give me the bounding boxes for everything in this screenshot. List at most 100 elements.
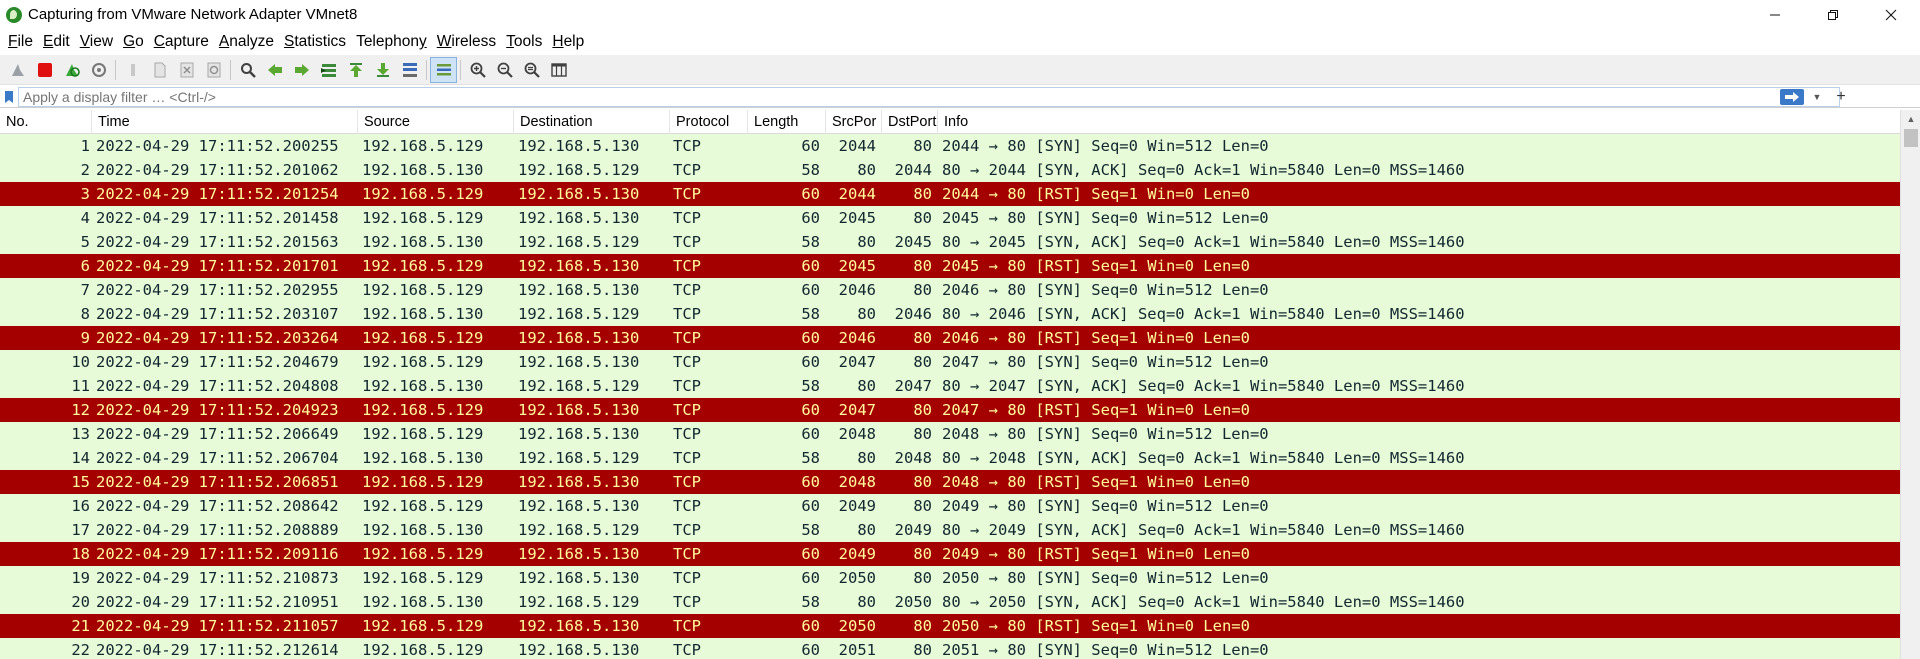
filter-history-dropdown[interactable]: ▼ <box>1810 89 1824 105</box>
reload-file-button[interactable] <box>200 57 227 83</box>
scrollbar-thumb[interactable] <box>1904 129 1918 147</box>
packet-row[interactable]: 8 2022-04-29 17:11:52.203107 192.168.5.130… <box>0 302 1900 326</box>
filter-bookmark-button[interactable] <box>0 87 18 107</box>
packet-cell-sport: 2047 <box>838 353 876 371</box>
menu-go[interactable]: Go <box>118 29 149 55</box>
first-packet-button[interactable] <box>342 57 369 83</box>
menu-statistics[interactable]: Statistics <box>279 29 351 55</box>
packet-row[interactable]: 4 2022-04-29 17:11:52.201458 192.168.5.129… <box>0 206 1900 230</box>
close-file-button[interactable] <box>173 57 200 83</box>
packet-cell-proto: TCP <box>673 617 701 635</box>
packet-row[interactable]: 3 2022-04-29 17:11:52.201254 192.168.5.129… <box>0 182 1900 206</box>
packet-row[interactable]: 1 2022-04-29 17:11:52.200255 192.168.5.129… <box>0 134 1900 158</box>
packet-cell-len: 60 <box>801 257 820 275</box>
column-header-srcport[interactable]: SrcPor <box>826 110 882 134</box>
packet-row[interactable]: 11 2022-04-29 17:11:52.204808 192.168.5.13… <box>0 374 1900 398</box>
packet-cell-len: 58 <box>801 233 820 251</box>
packet-row[interactable]: 7 2022-04-29 17:11:52.202955 192.168.5.129… <box>0 278 1900 302</box>
packet-cell-no: 19 <box>71 569 90 587</box>
packet-row[interactable]: 10 2022-04-29 17:11:52.204679 192.168.5.12… <box>0 350 1900 374</box>
go-back-button[interactable] <box>261 57 288 83</box>
column-header-no[interactable]: No. <box>0 110 92 134</box>
packet-row[interactable]: 16 2022-04-29 17:11:52.208642 192.168.5.12… <box>0 494 1900 518</box>
menu-tools[interactable]: Tools <box>501 29 547 55</box>
open-file-button[interactable] <box>119 57 146 83</box>
packet-row[interactable]: 14 2022-04-29 17:11:52.206704 192.168.5.13… <box>0 446 1900 470</box>
shark-fin-start-icon <box>11 63 24 76</box>
packet-cell-dst: 192.168.5.130 <box>518 497 640 515</box>
packet-row[interactable]: 2 2022-04-29 17:11:52.201062 192.168.5.130… <box>0 158 1900 182</box>
auto-scroll-icon <box>402 62 417 77</box>
menu-help[interactable]: Help <box>547 29 589 55</box>
packet-cell-time: 2022-04-29 17:11:52.210951 <box>96 593 339 611</box>
packet-cell-no: 7 <box>80 281 90 299</box>
go-forward-icon <box>294 63 309 76</box>
packet-cell-dport: 80 <box>913 185 932 203</box>
save-file-button[interactable] <box>146 57 173 83</box>
packet-row[interactable]: 22 2022-04-29 17:11:52.212614 192.168.5.12… <box>0 638 1900 659</box>
column-header-dstport[interactable]: DstPort <box>882 110 938 134</box>
packet-cell-sport: 2046 <box>838 281 876 299</box>
packet-row[interactable]: 15 2022-04-29 17:11:52.206851 192.168.5.12… <box>0 470 1900 494</box>
display-filter-input[interactable] <box>18 86 1840 107</box>
menu-edit[interactable]: Edit <box>38 29 75 55</box>
packet-row[interactable]: 13 2022-04-29 17:11:52.206649 192.168.5.12… <box>0 422 1900 446</box>
chevron-down-icon: ▼ <box>1812 91 1822 102</box>
close-window-button[interactable] <box>1862 0 1920 29</box>
apply-filter-button[interactable] <box>1780 88 1804 105</box>
packet-cell-proto: TCP <box>673 281 701 299</box>
restart-capture-button[interactable] <box>58 57 85 83</box>
last-packet-button[interactable] <box>369 57 396 83</box>
find-packet-button[interactable] <box>234 57 261 83</box>
packet-cell-time: 2022-04-29 17:11:52.204808 <box>96 377 339 395</box>
packet-row[interactable]: 17 2022-04-29 17:11:52.208889 192.168.5.13… <box>0 518 1900 542</box>
packet-row[interactable]: 21 2022-04-29 17:11:52.211057 192.168.5.12… <box>0 614 1900 638</box>
packet-cell-dport: 80 <box>913 257 932 275</box>
capture-options-button[interactable] <box>85 57 112 83</box>
menu-view[interactable]: View <box>75 29 118 55</box>
packet-cell-time: 2022-04-29 17:11:52.212614 <box>96 641 339 659</box>
packet-row[interactable]: 6 2022-04-29 17:11:52.201701 192.168.5.129… <box>0 254 1900 278</box>
scroll-up-icon[interactable]: ▲ <box>1901 110 1920 128</box>
minimize-button[interactable] <box>1746 0 1804 29</box>
packet-cell-src: 192.168.5.129 <box>362 425 484 443</box>
packet-row[interactable]: 12 2022-04-29 17:11:52.204923 192.168.5.12… <box>0 398 1900 422</box>
packet-row[interactable]: 5 2022-04-29 17:11:52.201563 192.168.5.130… <box>0 230 1900 254</box>
packet-row[interactable]: 20 2022-04-29 17:11:52.210951 192.168.5.13… <box>0 590 1900 614</box>
zoom-in-button[interactable] <box>464 57 491 83</box>
restore-button[interactable] <box>1804 0 1862 29</box>
colorize-button[interactable] <box>430 56 457 83</box>
resize-columns-button[interactable] <box>545 57 572 83</box>
normal-size-button[interactable] <box>518 57 545 83</box>
packet-cell-info: 2051 → 80 [SYN] Seq=0 Win=512 Len=0 <box>942 641 1269 659</box>
column-header-info[interactable]: Info <box>938 110 1900 134</box>
go-forward-button[interactable] <box>288 57 315 83</box>
start-capture-button[interactable] <box>4 57 31 83</box>
menu-analyze[interactable]: Analyze <box>214 29 279 55</box>
packet-cell-time: 2022-04-29 17:11:52.208889 <box>96 521 339 539</box>
packet-row[interactable]: 19 2022-04-29 17:11:52.210873 192.168.5.12… <box>0 566 1900 590</box>
packet-cell-dport: 80 <box>913 617 932 635</box>
column-header-destination[interactable]: Destination <box>514 110 670 134</box>
column-header-source[interactable]: Source <box>358 110 514 134</box>
go-to-packet-button[interactable] <box>315 57 342 83</box>
packet-cell-dst: 192.168.5.130 <box>518 329 640 347</box>
zoom-out-button[interactable] <box>491 57 518 83</box>
column-header-protocol[interactable]: Protocol <box>670 110 748 134</box>
packet-row[interactable]: 18 2022-04-29 17:11:52.209116 192.168.5.12… <box>0 542 1900 566</box>
add-filter-button[interactable]: + <box>1830 87 1852 107</box>
packet-cell-proto: TCP <box>673 569 701 587</box>
column-header-time[interactable]: Time <box>92 110 358 134</box>
packet-cell-no: 1 <box>80 137 90 155</box>
auto-scroll-button[interactable] <box>396 57 423 83</box>
packet-cell-len: 60 <box>801 353 820 371</box>
vertical-scrollbar[interactable]: ▲ <box>1900 110 1920 659</box>
packet-row[interactable]: 9 2022-04-29 17:11:52.203264 192.168.5.129… <box>0 326 1900 350</box>
packet-cell-time: 2022-04-29 17:11:52.206851 <box>96 473 339 491</box>
column-header-length[interactable]: Length <box>748 110 826 134</box>
menu-file[interactable]: File <box>3 29 38 55</box>
menu-telephony[interactable]: Telephony <box>351 29 432 55</box>
stop-capture-button[interactable] <box>31 57 58 83</box>
menu-wireless[interactable]: Wireless <box>432 29 501 55</box>
menu-capture[interactable]: Capture <box>149 29 214 55</box>
